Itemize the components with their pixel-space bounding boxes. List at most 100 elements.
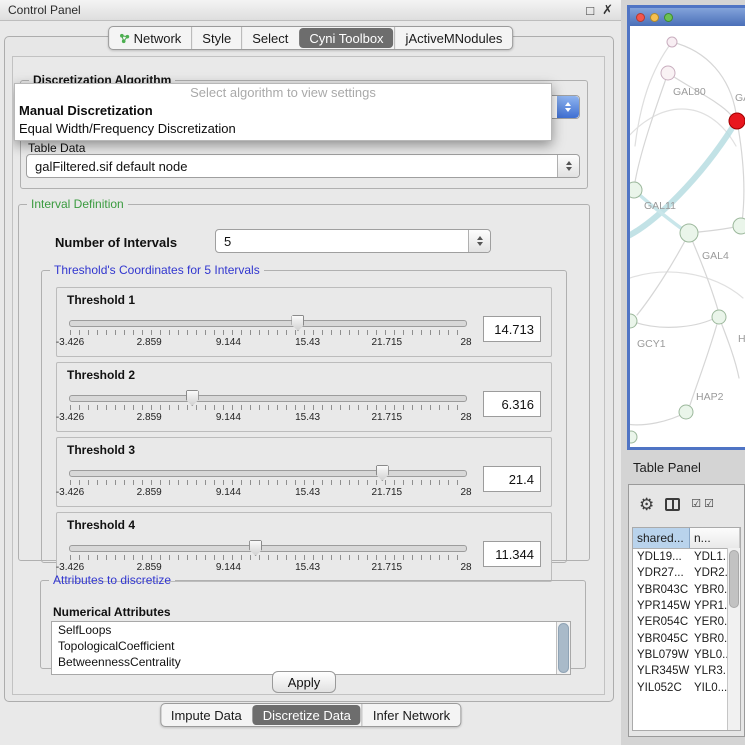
network-window: GAL80GAGAL11GAL4GCY1HHAP2 <box>627 5 745 450</box>
attributes-items: SelfLoopsTopologicalCoefficientBetweenne… <box>52 622 570 670</box>
cell-shared-name: YPR145W <box>633 600 690 612</box>
node-label-ga-fragment: GA <box>735 92 745 104</box>
network-node-gal4[interactable] <box>680 224 698 242</box>
interval-definition-group: Interval Definition Number of Intervals … <box>18 197 590 561</box>
network-node-red-node[interactable] <box>729 113 745 129</box>
tab-network[interactable]: Network <box>109 27 192 49</box>
num-intervals-value: 5 <box>216 234 231 249</box>
algorithm-option-manual-discretization[interactable]: Manual Discretization <box>15 102 551 120</box>
tab-cyni-toolbox-label: Cyni Toolbox <box>309 31 383 46</box>
clear-selection-icon[interactable]: ☑ <box>704 499 714 510</box>
combo-arrows-icon[interactable] <box>468 230 490 252</box>
threshold-3-slider-thumb[interactable] <box>376 465 389 481</box>
attributes-scrollbar[interactable] <box>556 622 570 674</box>
axis-tick-label: 15.43 <box>295 337 320 348</box>
table-row[interactable]: YLR345WYLR3... <box>633 663 740 679</box>
cell-shared-name: YLR345W <box>633 665 690 677</box>
threshold-4-value-field[interactable]: 11.344 <box>483 541 541 567</box>
table-row[interactable]: YDL19...YDL1... <box>633 549 740 565</box>
minimize-traffic-light-icon[interactable] <box>650 13 659 22</box>
combo-arrows-icon[interactable] <box>557 155 579 177</box>
cell-shared-name: YBR043C <box>633 584 690 596</box>
network-node-gal80[interactable] <box>661 66 675 80</box>
network-graph[interactable]: GAL80GAGAL11GAL4GCY1HHAP2 <box>630 26 745 447</box>
attribute-item-selfloops[interactable]: SelfLoops <box>52 622 570 638</box>
threshold-3-value-field[interactable]: 21.4 <box>483 466 541 492</box>
scrollbar-thumb[interactable] <box>729 550 739 608</box>
close-traffic-light-icon[interactable] <box>636 13 645 22</box>
bottom-tab-discretize-data[interactable]: Discretize Data <box>253 705 361 725</box>
interval-definition-label: Interval Definition <box>27 197 128 211</box>
attribute-item-topologicalcoefficient[interactable]: TopologicalCoefficient <box>52 638 570 654</box>
attributes-group: Attributes to discretize Numerical Attri… <box>40 573 586 669</box>
axis-tick-label: 2.859 <box>137 337 162 348</box>
column-header-name[interactable]: n... <box>690 528 740 548</box>
float-window-icon[interactable]: □ <box>586 3 594 18</box>
axis-tick-label: 9.144 <box>216 337 241 348</box>
threshold-2-slider[interactable] <box>69 395 467 402</box>
threshold-2-value-field[interactable]: 6.316 <box>483 391 541 417</box>
axis-tick-label: 15.43 <box>295 487 320 498</box>
network-node-hap2[interactable] <box>679 405 693 419</box>
threshold-1-slider[interactable] <box>69 320 467 327</box>
network-node-bottom-left-node[interactable] <box>630 431 637 443</box>
columns-icon[interactable] <box>665 498 680 511</box>
network-window-titlebar[interactable] <box>630 8 745 26</box>
tab-jactivemnodules[interactable]: jActiveMNodules <box>395 27 513 49</box>
bottom-tab-impute-data[interactable]: Impute Data <box>161 704 252 726</box>
attribute-item-betweennesscentrality[interactable]: BetweennessCentrality <box>52 654 570 670</box>
table-row[interactable]: YDR27...YDR2... <box>633 565 740 581</box>
scrollbar-thumb[interactable] <box>558 623 569 673</box>
network-canvas[interactable]: GAL80GAGAL11GAL4GCY1HHAP2 <box>630 26 745 447</box>
network-node-gcy1[interactable] <box>630 314 637 328</box>
num-intervals-select[interactable]: 5 <box>215 229 491 253</box>
numerical-attributes-list: SelfLoopsTopologicalCoefficientBetweenne… <box>51 621 571 675</box>
network-node-mid-node[interactable] <box>712 310 726 324</box>
table-data-select[interactable]: galFiltered.sif default node <box>26 154 580 178</box>
table-row[interactable]: YIL052CYIL0... <box>633 679 740 695</box>
close-icon[interactable]: ✗ <box>602 2 613 18</box>
tab-cyni-toolbox[interactable]: Cyni Toolbox <box>299 28 393 48</box>
threshold-1-value-field[interactable]: 14.713 <box>483 316 541 342</box>
threshold-2-label: Threshold 2 <box>67 368 541 382</box>
combo-arrows-icon[interactable] <box>557 96 579 118</box>
table-row[interactable]: YBR045CYBR0... <box>633 630 740 646</box>
axis-tick-label: -3.426 <box>56 487 84 498</box>
table-row[interactable]: YER054CYER0... <box>633 614 740 630</box>
table-row[interactable]: YBR043CYBR0... <box>633 582 740 598</box>
axis-tick-label: 2.859 <box>137 412 162 423</box>
network-node-top-node[interactable] <box>667 37 677 47</box>
threshold-4-slider[interactable] <box>69 545 467 552</box>
right-region: GAL80GAGAL11GAL4GCY1HHAP2 Table Panel ⚙☑… <box>621 0 745 745</box>
network-node-gal11[interactable] <box>630 182 642 198</box>
table-header-row: shared...n... <box>633 528 740 549</box>
slider-tick-marks <box>70 555 466 560</box>
node-label-gal11: GAL11 <box>644 200 676 212</box>
table-toolbar: ⚙ ☑☑ <box>629 485 744 523</box>
bottom-tab-impute-data-label: Impute Data <box>171 708 242 723</box>
threshold-1-slider-thumb[interactable] <box>291 315 304 331</box>
apply-button[interactable]: Apply <box>272 671 336 693</box>
table-row[interactable]: YBL079WYBL0... <box>633 647 740 663</box>
table-row[interactable]: YPR145WYPR1... <box>633 598 740 614</box>
tab-select[interactable]: Select <box>241 27 298 49</box>
slider-axis-labels: -3.4262.8599.14415.4321.71528 <box>70 412 466 424</box>
gear-icon[interactable]: ⚙ <box>639 496 654 513</box>
axis-tick-label: -3.426 <box>56 337 84 348</box>
algorithm-hint-option[interactable]: Select algorithm to view settings <box>15 84 551 102</box>
tab-style[interactable]: Style <box>191 27 241 49</box>
table-scrollbar[interactable] <box>727 548 740 730</box>
zoom-traffic-light-icon[interactable] <box>664 13 673 22</box>
threshold-2-slider-thumb[interactable] <box>186 390 199 406</box>
network-node-right-node[interactable] <box>733 218 745 234</box>
threshold-3-slider[interactable] <box>69 470 467 477</box>
select-all-icon[interactable]: ☑ <box>691 499 701 510</box>
control-panel-window: Control Panel □ ✗ NetworkStyleSelectCyni… <box>0 0 621 745</box>
algorithm-option-equal-width-frequency-discretization[interactable]: Equal Width/Frequency Discretization <box>15 120 551 138</box>
column-header-shared-name[interactable]: shared... <box>633 528 690 548</box>
node-table: shared...n... YDL19...YDL1...YDR27...YDR… <box>632 527 741 731</box>
bottom-tab-infer-network[interactable]: Infer Network <box>362 704 460 726</box>
num-intervals-label: Number of Intervals <box>55 235 177 250</box>
thresholds-group: Threshold's Coordinates for 5 Intervals … <box>41 263 567 563</box>
threshold-4-slider-thumb[interactable] <box>249 540 262 556</box>
